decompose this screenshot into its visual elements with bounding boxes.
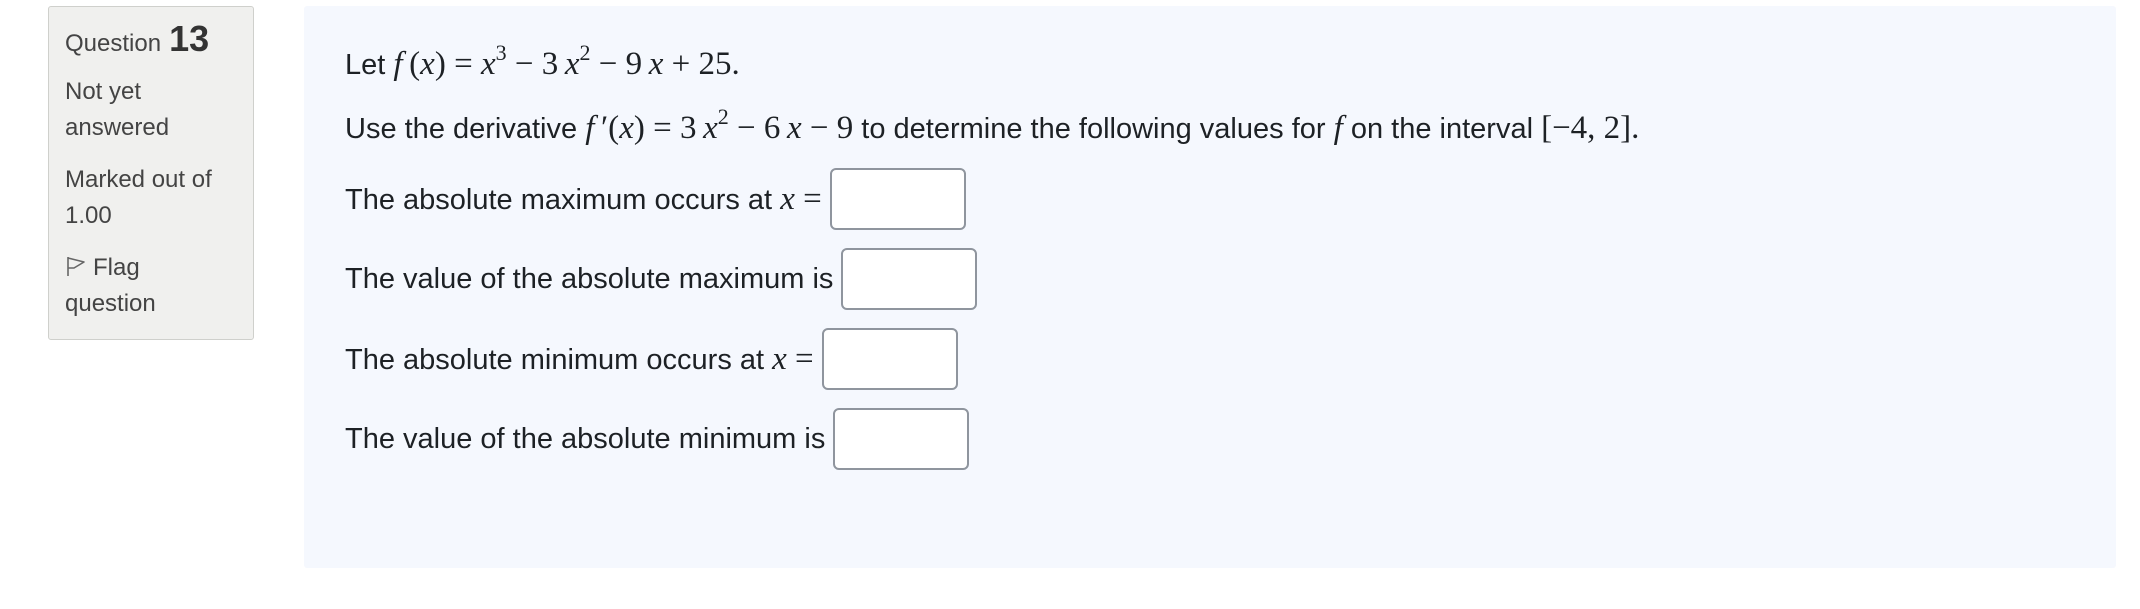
question-content: Let f (x) = x3 − 3 x2 − 9 x + 25. Use th… [304, 6, 2116, 568]
answer-math: x = [780, 180, 822, 217]
question-intro: Let f (x) = x3 − 3 x2 − 9 x + 25. [345, 40, 740, 83]
derivative-prefix: Use the derivative [345, 113, 578, 145]
answer-input-max-value[interactable] [841, 248, 978, 310]
flag-question-link[interactable]: Flag question [65, 250, 237, 322]
intro-prefix: Let [345, 49, 386, 81]
answer-input-max-location[interactable] [829, 168, 966, 230]
answer-label: The value of the absolute minimum is [345, 422, 826, 455]
question-number: Question 13 [65, 21, 237, 62]
answer-row-min-value: The value of the absolute minimum is [345, 408, 970, 470]
question-derivative-line: Use the derivative f ′(x) = 3 x2 − 6 x −… [345, 104, 1640, 147]
derivative-definition: f ′(x) = 3 x2 − 6 x − 9 [585, 104, 854, 147]
answer-input-min-location[interactable] [821, 328, 958, 390]
flag-outline-icon [67, 257, 85, 276]
question-number-value: 13 [169, 18, 210, 59]
answer-row-max-value: The value of the absolute maximum is [345, 248, 978, 310]
answer-label: The value of the absolute maximum is [345, 262, 834, 295]
interval: [−4, 2]. [1541, 110, 1640, 146]
answer-label: The absolute minimum occurs at x = [345, 340, 814, 377]
answer-input-min-value[interactable] [833, 408, 970, 470]
question-number-label: Question [65, 30, 162, 57]
answer-row-min-location: The absolute minimum occurs at x = [345, 328, 958, 390]
answer-row-max-location: The absolute maximum occurs at x = [345, 168, 966, 230]
function-name: f [1333, 110, 1343, 146]
question-info-panel: Question 13 Not yet answered Marked out … [48, 6, 254, 340]
answer-label: The absolute maximum occurs at x = [345, 180, 822, 217]
derivative-suffix-2: on the interval [1350, 113, 1534, 145]
answer-math: x = [772, 340, 814, 377]
question-grade: Marked out of 1.00 [65, 166, 212, 229]
question-state: Not yet answered [65, 78, 170, 141]
function-definition: f (x) = x3 − 3 x2 − 9 x + 25. [393, 40, 740, 83]
derivative-suffix-1: to determine the following values for [861, 113, 1326, 145]
